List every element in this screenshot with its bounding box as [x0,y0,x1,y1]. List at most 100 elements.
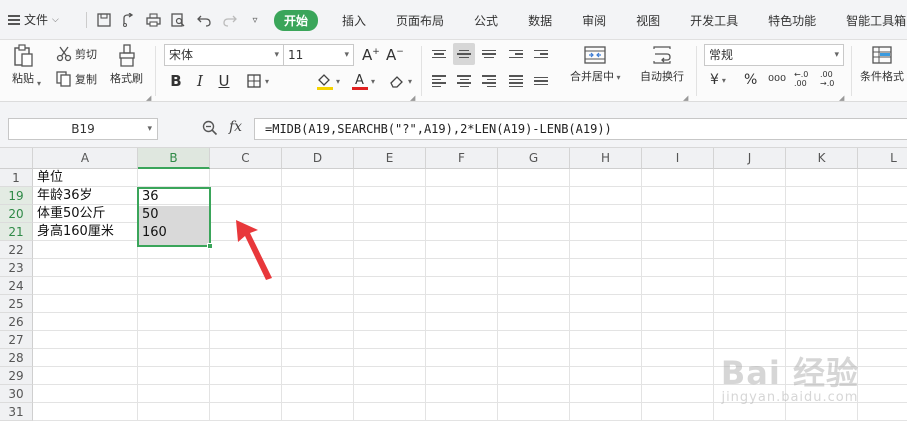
align-left-button[interactable] [428,70,450,92]
dialog-launcher-icon[interactable]: ◢ [683,94,688,102]
conditional-format-button[interactable]: 条件格式 [860,46,904,84]
row-header-31[interactable]: 31 [0,403,33,421]
print-icon[interactable] [143,10,163,30]
row-header-22[interactable]: 22 [0,241,33,259]
formula-input[interactable]: =MIDB(A19,SEARCHB("?",A19),2*LEN(A19)-LE… [254,118,907,140]
fill-handle[interactable] [207,243,213,249]
copy-button[interactable]: 复制 [56,71,97,87]
save-icon[interactable] [94,10,114,30]
row-header-24[interactable]: 24 [0,277,33,295]
select-all-corner[interactable] [0,148,33,169]
spreadsheet-grid[interactable]: A B C D E F G H I J K L 1 19 20 21 22 23… [0,148,907,421]
dialog-launcher-icon[interactable]: ◢ [410,94,415,102]
dialog-launcher-icon[interactable]: ◢ [146,94,151,102]
increase-font-size-button[interactable]: A+ [362,46,380,64]
row-header-28[interactable]: 28 [0,349,33,367]
distributed-align-button[interactable] [530,70,552,92]
borders-button[interactable] [243,70,265,92]
merge-center-button[interactable]: 合并居中 ▾ [570,46,621,84]
watermark: Bai 经验 jingyan.baidu.com [721,348,859,405]
currency-button[interactable]: ¥ ▾ [710,72,726,88]
increase-decimal-button[interactable]: ←.0.00 [794,70,808,88]
row-header-21[interactable]: 21 [0,223,33,241]
percent-button[interactable]: % [744,72,757,88]
customize-toolbar-icon[interactable]: ▿ [245,10,265,30]
row-header-25[interactable]: 25 [0,295,33,313]
chevron-down-icon[interactable]: ▾ [336,77,340,86]
tab-formulas[interactable]: 公式 [474,10,498,31]
tab-home[interactable]: 开始 [274,10,319,31]
bold-button[interactable]: B [165,70,187,92]
column-header-e[interactable]: E [354,148,426,169]
column-header-i[interactable]: I [642,148,714,169]
tab-data[interactable]: 数据 [528,10,552,31]
clear-format-button[interactable] [386,70,408,92]
italic-button[interactable]: I [189,70,211,92]
tab-developer[interactable]: 开发工具 [690,10,738,31]
font-color-button[interactable]: A [349,70,371,92]
chevron-down-icon[interactable]: ▾ [371,77,375,86]
export-icon[interactable] [118,10,138,30]
row-header-30[interactable]: 30 [0,385,33,403]
underline-button[interactable]: U [213,70,235,92]
paste-label: 粘贴 [12,72,34,85]
insert-function-button[interactable]: fx [229,119,242,135]
chevron-down-icon[interactable]: ▾ [408,77,412,86]
row-header-26[interactable]: 26 [0,313,33,331]
column-header-f[interactable]: F [426,148,498,169]
print-preview-icon[interactable] [168,10,188,30]
name-box[interactable]: B19 ▾ [8,118,158,140]
tab-page-layout[interactable]: 页面布局 [396,10,444,31]
cell-a20[interactable]: 体重50公斤 [34,205,137,223]
decrease-decimal-button[interactable]: .00 →.0 [820,70,834,88]
chevron-down-icon[interactable]: ▾ [265,77,269,86]
column-header-h[interactable]: H [570,148,642,169]
font-size-select[interactable]: 11 ▾ [284,44,354,66]
fill-color-button[interactable] [314,70,336,92]
comma-style-button[interactable]: ⁰⁰⁰ [768,72,786,90]
number-format-select[interactable]: 常规 ▾ [704,44,844,66]
row-header-1[interactable]: 1 [0,169,33,187]
row-header-23[interactable]: 23 [0,259,33,277]
column-header-j[interactable]: J [714,148,786,169]
undo-icon[interactable] [194,10,214,30]
increase-indent-button[interactable] [530,43,552,65]
column-header-k[interactable]: K [786,148,858,169]
paste-button[interactable]: 粘贴 [12,44,34,86]
align-right-button[interactable] [478,70,500,92]
column-header-c[interactable]: C [210,148,282,169]
tab-view[interactable]: 视图 [636,10,660,31]
file-menu[interactable]: 文件 ⌵ [8,11,59,28]
row-header-27[interactable]: 27 [0,331,33,349]
decrease-font-size-button[interactable]: A− [386,46,404,64]
column-header-d[interactable]: D [282,148,354,169]
align-bottom-button[interactable] [478,43,500,65]
align-center-button[interactable] [453,70,475,92]
zoom-icon[interactable] [202,120,218,139]
column-header-g[interactable]: G [498,148,570,169]
align-middle-button[interactable] [453,43,475,65]
row-header-29[interactable]: 29 [0,367,33,385]
tab-review[interactable]: 审阅 [582,10,606,31]
cell-a21[interactable]: 身高160厘米 [34,223,137,241]
wrap-text-button[interactable]: 自动换行 [640,46,684,84]
row-header-20[interactable]: 20 [0,205,33,223]
redo-icon[interactable] [220,10,240,30]
chevron-down-icon[interactable]: ▾ [37,79,41,88]
cut-button[interactable]: 剪切 [56,46,97,62]
column-header-a[interactable]: A [33,148,138,169]
font-name-select[interactable]: 宋体 ▾ [164,44,284,66]
decrease-indent-button[interactable] [505,43,527,65]
cell-a19[interactable]: 年龄36岁 [34,187,137,205]
cell-a1[interactable]: 单位 [34,169,137,187]
tab-insert[interactable]: 插入 [342,10,366,31]
align-top-button[interactable] [428,43,450,65]
format-painter-button[interactable]: 格式刷 [110,44,143,86]
tab-smart-toolbox[interactable]: 智能工具箱 [846,10,906,31]
dialog-launcher-icon[interactable]: ◢ [839,94,844,102]
column-header-l[interactable]: L [858,148,907,169]
row-header-19[interactable]: 19 [0,187,33,205]
column-header-b[interactable]: B [138,148,210,169]
justify-button[interactable] [505,70,527,92]
tab-special-features[interactable]: 特色功能 [768,10,816,31]
